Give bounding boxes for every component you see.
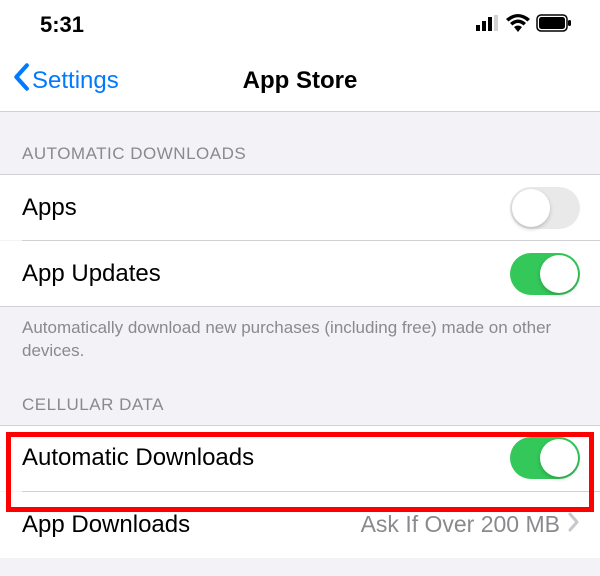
- chevron-left-icon: [12, 63, 30, 98]
- section-footer-automatic-downloads: Automatically download new purchases (in…: [0, 307, 600, 363]
- row-apps-label: Apps: [22, 194, 77, 222]
- back-label: Settings: [32, 67, 119, 95]
- cellular-signal-icon: [476, 15, 500, 36]
- battery-icon: [536, 14, 572, 37]
- row-app-updates-label: App Updates: [22, 260, 161, 288]
- row-app-downloads-label: App Downloads: [22, 511, 190, 539]
- row-automatic-downloads-label: Automatic Downloads: [22, 444, 254, 472]
- row-app-downloads-value: Ask If Over 200 MB: [361, 511, 560, 538]
- status-icons: [476, 14, 572, 37]
- row-apps[interactable]: Apps: [0, 174, 600, 240]
- section-header-cellular-data: CELLULAR DATA: [0, 363, 600, 425]
- status-time: 5:31: [40, 12, 84, 38]
- status-bar: 5:31: [0, 0, 600, 50]
- toggle-app-updates[interactable]: [510, 253, 580, 295]
- nav-bar: Settings App Store: [0, 50, 600, 112]
- back-button[interactable]: Settings: [0, 63, 119, 98]
- row-app-downloads[interactable]: App Downloads Ask If Over 200 MB: [0, 492, 600, 558]
- page-title: App Store: [243, 67, 358, 95]
- toggle-automatic-downloads[interactable]: [510, 437, 580, 479]
- wifi-icon: [506, 14, 530, 37]
- row-app-updates[interactable]: App Updates: [0, 241, 600, 307]
- row-automatic-downloads[interactable]: Automatic Downloads: [0, 425, 600, 491]
- toggle-apps[interactable]: [510, 187, 580, 229]
- section-header-automatic-downloads: AUTOMATIC DOWNLOADS: [0, 112, 600, 174]
- chevron-right-icon: [568, 512, 580, 537]
